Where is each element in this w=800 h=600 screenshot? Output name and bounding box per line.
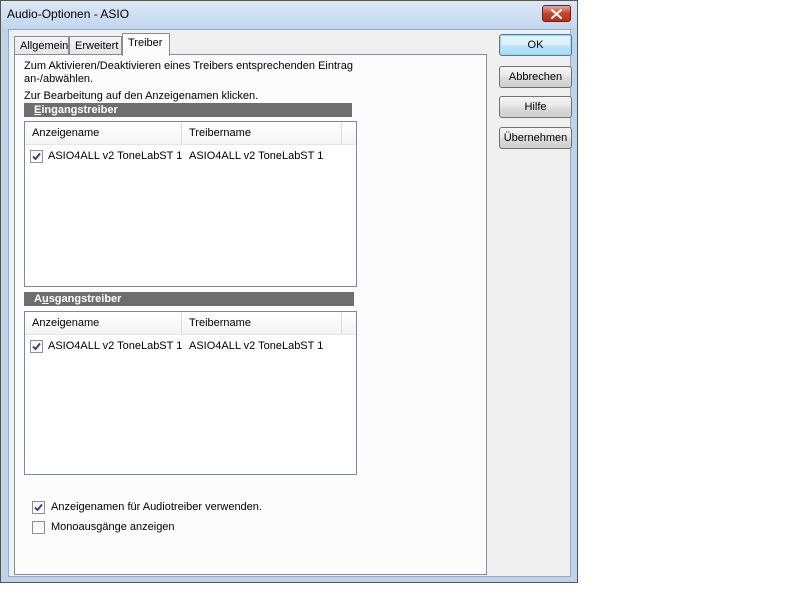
apply-button[interactable]: Übernehmen [499,127,572,149]
tab-allgemein[interactable]: Allgemein [14,36,69,56]
output-drivers-list[interactable]: Anzeigename Treibername ASIO4ALL v2 Tone… [24,311,357,475]
list-item[interactable]: ASIO4ALL v2 ToneLabST 1 ASIO4ALL v2 Tone… [25,148,356,165]
tab-label: Erweitert [75,40,119,52]
description-line-3: Zur Bearbeitung auf den Anzeigenamen kli… [24,90,259,102]
ok-button[interactable]: OK [499,34,572,56]
dialog-window: Audio-Optionen - ASIO Allgemein Erweiter… [0,0,578,583]
tab-panel-treiber: Zum Aktivieren/Deaktivieren eines Treibe… [14,54,487,575]
list-item[interactable]: ASIO4ALL v2 ToneLabST 1 ASIO4ALL v2 Tone… [25,338,356,355]
show-mono-outputs-checkbox[interactable] [32,521,45,534]
checkmark-icon [32,152,41,161]
use-display-names-label[interactable]: Anzeigenamen für Audiotreiber verwenden. [51,500,262,514]
driver-enable-checkbox[interactable] [30,340,43,353]
column-header-driver-name[interactable]: Treibername [182,122,342,144]
tab-erweitert[interactable]: Erweitert [69,36,122,56]
window-title: Audio-Optionen - ASIO [7,7,130,21]
output-drivers-header: Ausgangstreiber [24,292,354,306]
help-button[interactable]: Hilfe [499,96,572,118]
output-drivers-header-pre: A [34,293,42,305]
show-mono-outputs-label[interactable]: Monoausgänge anzeigen [51,520,175,534]
checkmark-icon [34,503,43,512]
use-display-names-checkbox[interactable] [32,501,45,514]
driver-name-cell: ASIO4ALL v2 ToneLabST 1 [189,340,324,352]
tab-label: Treiber [128,37,163,49]
display-name-cell[interactable]: ASIO4ALL v2 ToneLabST 1 [48,148,182,165]
column-header-driver-name[interactable]: Treibername [182,312,342,334]
input-drivers-header: Eingangstreiber [24,103,352,117]
driver-name-cell: ASIO4ALL v2 ToneLabST 1 [189,150,324,162]
description-line-1: Zum Aktivieren/Deaktivieren eines Treibe… [24,60,353,72]
output-drivers-header-mnemonic: u [41,293,49,305]
tab-treiber[interactable]: Treiber [122,33,170,56]
dialog-client-area: Allgemein Erweitert Treiber Zum Aktivier… [8,29,572,577]
input-drivers-header-text: ingangstreiber [41,104,118,116]
close-button[interactable] [542,5,571,22]
column-header-display-name[interactable]: Anzeigename [25,122,182,144]
tab-label: Allgemein [20,40,69,52]
driver-enable-checkbox[interactable] [30,150,43,163]
input-drivers-list[interactable]: Anzeigename Treibername ASIO4ALL v2 Tone… [24,121,357,287]
close-icon [551,8,562,19]
description-line-2: an-/abwählen. [24,73,94,85]
title-bar[interactable]: Audio-Optionen - ASIO [1,1,577,28]
display-name-cell[interactable]: ASIO4ALL v2 ToneLabST 1 [48,338,182,355]
column-header-display-name[interactable]: Anzeigename [25,312,182,334]
cancel-button[interactable]: Abbrechen [499,66,572,88]
output-drivers-header-text: sgangstreiber [48,293,122,305]
list-header: Anzeigename Treibername [25,312,356,335]
checkmark-icon [32,342,41,351]
list-header: Anzeigename Treibername [25,122,356,145]
